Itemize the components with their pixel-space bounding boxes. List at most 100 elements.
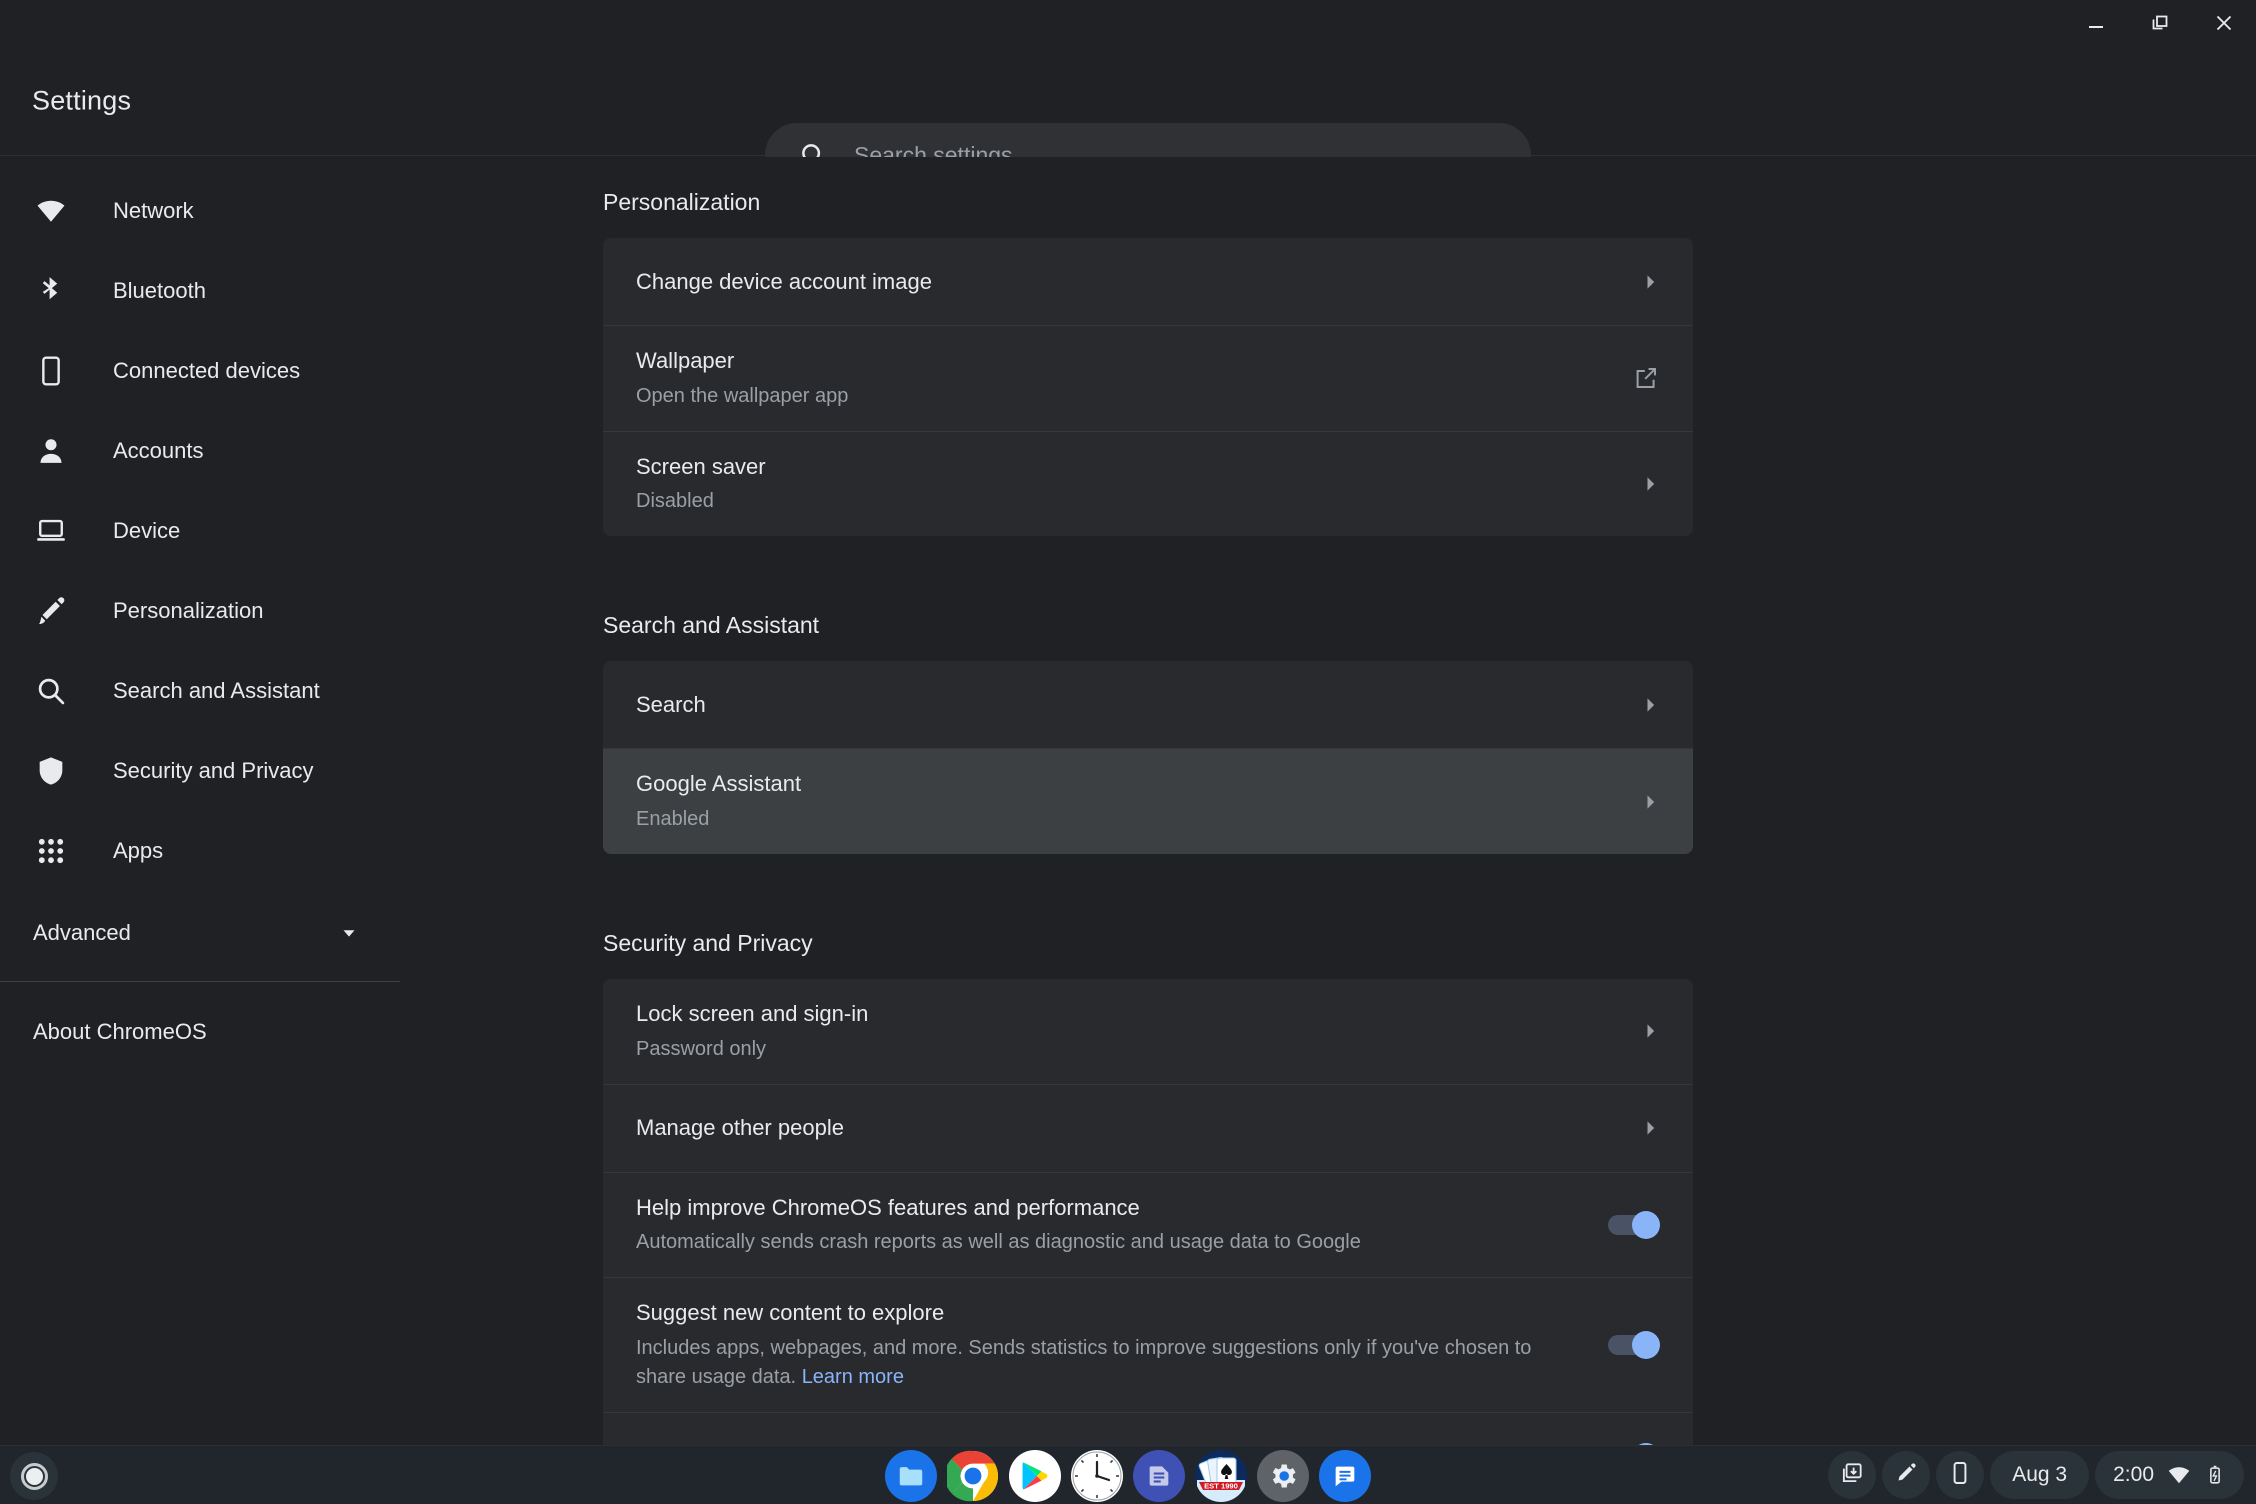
- laptop-icon: [33, 513, 69, 549]
- sidebar-item-advanced[interactable]: Advanced: [0, 897, 400, 969]
- settings-row[interactable]: WallpaperOpen the wallpaper app: [603, 326, 1693, 432]
- chevron-right-icon[interactable]: [1640, 272, 1660, 292]
- chevron-right-icon[interactable]: [1640, 1118, 1660, 1138]
- sidebar-item-about-chromeos[interactable]: About ChromeOS: [0, 992, 400, 1072]
- minimize-button[interactable]: [2064, 0, 2128, 46]
- system-tray: Aug 3 2:00: [1828, 1451, 2244, 1499]
- play-store-app[interactable]: [1009, 1450, 1061, 1502]
- chevron-right-icon[interactable]: [1640, 1021, 1660, 1041]
- sidebar-item-label: Personalization: [113, 598, 263, 624]
- wifi-icon: [33, 193, 69, 229]
- sidebar-item-security-and-privacy[interactable]: Security and Privacy: [0, 731, 400, 811]
- learn-more-link[interactable]: Learn more: [802, 1366, 904, 1388]
- row-subtitle: Disabled: [636, 487, 766, 516]
- stylus-button[interactable]: [1882, 1451, 1930, 1499]
- date-tray-button[interactable]: Aug 3: [1990, 1451, 2089, 1499]
- settings-row[interactable]: Screen saver Disabled: [603, 432, 1693, 537]
- settings-row[interactable]: Suggest new content to exploreIncludes a…: [603, 1278, 1693, 1413]
- sidebar-item-label: Accounts: [113, 438, 204, 464]
- row-title: Google Assistant: [636, 769, 801, 799]
- sidebar-item-bluetooth[interactable]: Bluetooth: [0, 251, 400, 331]
- toggle-knob: [1632, 1211, 1660, 1239]
- messages-app[interactable]: [1319, 1450, 1371, 1502]
- person-icon: [33, 433, 69, 469]
- row-subtitle-text: Enabled: [636, 808, 709, 830]
- sidebar-item-personalization[interactable]: Personalization: [0, 571, 400, 651]
- files-app[interactable]: [885, 1450, 937, 1502]
- settings-card: Change device account image WallpaperOpen…: [603, 238, 1693, 536]
- row-texts: Lock screen and sign-inPassword only: [636, 979, 868, 1084]
- restore-button[interactable]: [2128, 0, 2192, 46]
- sidebar-item-apps[interactable]: Apps: [0, 811, 400, 891]
- clock-app[interactable]: [1071, 1450, 1123, 1502]
- row-subtitle-text: Disabled: [636, 490, 714, 512]
- chevron-right-icon[interactable]: [1640, 792, 1660, 812]
- row-texts: Help improve ChromeOS features and perfo…: [636, 1173, 1361, 1278]
- sidebar-item-label: Advanced: [33, 920, 131, 946]
- launcher-button[interactable]: [10, 1452, 58, 1500]
- settings-sidebar: Network Bluetooth Connected devices Account…: [0, 157, 400, 1445]
- sidebar-item-label: Network: [113, 198, 194, 224]
- settings-card: Lock screen and sign-inPassword only Mana…: [603, 979, 1693, 1445]
- phone-hub-icon: [1947, 1460, 1973, 1491]
- row-subtitle-text: Automatically sends crash reports as wel…: [636, 1231, 1361, 1253]
- sidebar-item-device[interactable]: Device: [0, 491, 400, 571]
- settings-row[interactable]: Manage other people: [603, 1085, 1693, 1173]
- solitaire-app[interactable]: EST 1990: [1195, 1450, 1247, 1502]
- status-tray-button[interactable]: 2:00: [2095, 1451, 2244, 1499]
- chevron-down-icon: [338, 922, 360, 944]
- settings-row[interactable]: Google Assistant Enabled: [603, 749, 1693, 854]
- row-texts: Change device account image: [636, 247, 932, 317]
- sidebar-nav-list: Network Bluetooth Connected devices Account…: [0, 171, 400, 891]
- close-button[interactable]: [2192, 0, 2256, 46]
- settings-row[interactable]: Search: [603, 661, 1693, 749]
- chrome-app[interactable]: [947, 1450, 999, 1502]
- launcher-icon: [21, 1463, 48, 1490]
- row-subtitle-text: Open the wallpaper app: [636, 385, 848, 407]
- row-texts: Enable Verified Access: [636, 1422, 860, 1445]
- docs-app[interactable]: [1133, 1450, 1185, 1502]
- row-texts: Manage other people: [636, 1093, 844, 1163]
- screen-capture-icon: [1839, 1460, 1865, 1491]
- sidebar-item-label: About ChromeOS: [33, 1019, 207, 1045]
- chevron-right-icon[interactable]: [1640, 695, 1660, 715]
- sidebar-item-label: Search and Assistant: [113, 678, 320, 704]
- settings-sections: PersonalizationChange device account ima…: [400, 157, 2256, 1445]
- settings-row[interactable]: Lock screen and sign-inPassword only: [603, 979, 1693, 1085]
- phone-hub-button[interactable]: [1936, 1451, 1984, 1499]
- row-title: Screen saver: [636, 452, 766, 482]
- row-title: Help improve ChromeOS features and perfo…: [636, 1193, 1361, 1223]
- row-subtitle: Open the wallpaper app: [636, 382, 848, 411]
- search-icon: [33, 673, 69, 709]
- sidebar-item-connected-devices[interactable]: Connected devices: [0, 331, 400, 411]
- sidebar-item-label: Connected devices: [113, 358, 300, 384]
- row-title: Suggest new content to explore: [636, 1298, 1584, 1328]
- settings-card: Search Google Assistant Enabled: [603, 661, 1693, 854]
- bluetooth-icon: [33, 273, 69, 309]
- phone-icon: [33, 353, 69, 389]
- sidebar-item-accounts[interactable]: Accounts: [0, 411, 400, 491]
- section-spacer: [603, 536, 2256, 580]
- screen-capture-button[interactable]: [1828, 1451, 1876, 1499]
- stylus-icon: [1893, 1460, 1919, 1491]
- grid-icon: [33, 833, 69, 869]
- settings-row[interactable]: Enable Verified Access: [603, 1413, 1693, 1445]
- section-spacer: [603, 854, 2256, 898]
- chevron-right-icon[interactable]: [1640, 474, 1660, 494]
- toggle-switch[interactable]: [1608, 1211, 1660, 1239]
- settings-header: Settings: [0, 46, 2256, 156]
- row-title: Manage other people: [636, 1113, 844, 1143]
- settings-app[interactable]: [1257, 1450, 1309, 1502]
- open-external-icon[interactable]: [1632, 364, 1660, 392]
- settings-row[interactable]: Help improve ChromeOS features and perfo…: [603, 1173, 1693, 1279]
- row-title: Lock screen and sign-in: [636, 999, 868, 1029]
- settings-row[interactable]: Change device account image: [603, 238, 1693, 326]
- sidebar-item-label: Security and Privacy: [113, 758, 314, 784]
- sidebar-item-network[interactable]: Network: [0, 171, 400, 251]
- row-texts: Suggest new content to exploreIncludes a…: [636, 1278, 1584, 1412]
- toggle-switch[interactable]: [1608, 1331, 1660, 1359]
- sidebar-item-search-and-assistant[interactable]: Search and Assistant: [0, 651, 400, 731]
- wifi-icon: [2166, 1462, 2192, 1488]
- page-title: Settings: [32, 85, 131, 116]
- row-subtitle: Enabled: [636, 805, 801, 834]
